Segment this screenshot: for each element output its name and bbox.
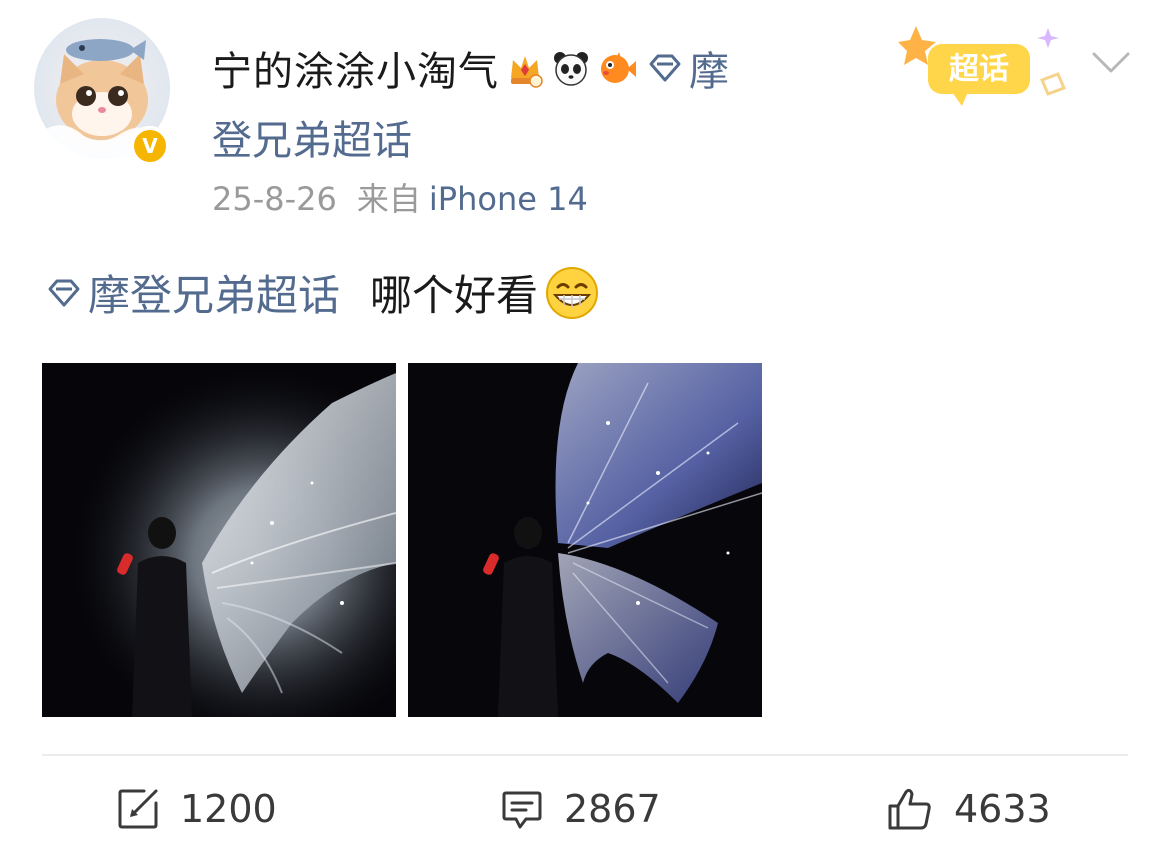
pufferfish-badge-icon[interactable] — [597, 48, 637, 88]
post-body: 哪个好看 — [370, 271, 539, 320]
source-prefix: 来自 — [356, 180, 421, 218]
thumbs-up-icon — [888, 788, 931, 830]
repost-count: 1200 — [180, 787, 277, 831]
chaohua-tag-label: 超话 — [949, 52, 1009, 87]
post-text: 摩登兄弟超话 哪个好看 — [46, 262, 600, 323]
post-meta: 25-8-26 来自 iPhone 14 — [212, 174, 588, 220]
post-date: 25-8-26 — [212, 180, 337, 218]
divider — [42, 754, 1128, 756]
avatar-container[interactable]: V — [34, 18, 170, 166]
angel-wings-photo[interactable] — [42, 363, 396, 717]
device-link[interactable]: iPhone 14 — [429, 180, 588, 218]
topic-label[interactable]: 摩登兄弟超话 — [88, 262, 340, 323]
supertopic-label-part1[interactable]: 摩 — [689, 39, 729, 97]
topic-link[interactable]: 摩登兄弟超话 — [46, 262, 340, 323]
like-count: 4633 — [954, 787, 1051, 831]
comment-icon — [502, 791, 542, 829]
chevron-down-icon[interactable] — [1090, 50, 1132, 76]
diamond-icon — [647, 50, 683, 86]
diamond-icon — [46, 275, 82, 311]
grin-emoji-icon — [544, 265, 600, 321]
comment-count: 2867 — [564, 787, 661, 831]
butterfly-wings-photo[interactable] — [408, 363, 762, 717]
repost-icon — [118, 789, 158, 829]
repost-button[interactable]: 1200 — [116, 780, 277, 838]
verified-badge-icon: V — [130, 126, 170, 166]
like-button[interactable]: 4633 — [886, 780, 1051, 838]
crown-badge-icon[interactable] — [505, 48, 545, 88]
username[interactable]: 宁的涂涂小淘气 — [212, 39, 499, 97]
comment-button[interactable]: 2867 — [500, 780, 661, 838]
chaohua-tag[interactable]: 超话 — [892, 18, 1072, 110]
supertopic-link[interactable]: 摩 — [647, 39, 729, 97]
supertopic-label-part2[interactable]: 登兄弟超话 — [212, 108, 412, 166]
panda-badge-icon[interactable] — [551, 48, 591, 88]
user-header: 宁的涂涂小淘气 摩 — [212, 40, 729, 96]
